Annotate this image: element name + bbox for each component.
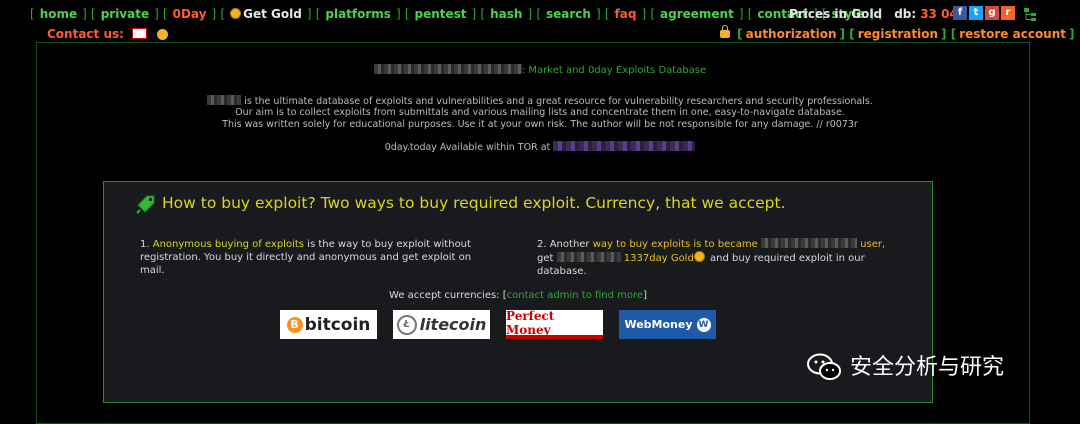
- redacted-site-name: [373, 64, 522, 74]
- gold-coin-icon: [693, 251, 705, 262]
- webmoney-label: WebMoney: [624, 318, 693, 331]
- nav-faq[interactable]: faq: [615, 7, 637, 21]
- contact-admin-link[interactable]: contact admin to find more: [507, 290, 643, 301]
- intro-line-1-text: is the ultimate database of exploits and…: [244, 96, 873, 107]
- restore-account-link[interactable]: restore account: [959, 27, 1066, 41]
- panel-title: How to buy exploit? Two ways to buy requ…: [162, 194, 786, 212]
- webmoney-logo: WebMoney W: [619, 310, 716, 339]
- key-icon[interactable]: [157, 29, 169, 40]
- price-tag-icon: [136, 195, 155, 214]
- nav-links: [home] [private] [0Day] [Get Gold] [plat…: [30, 7, 884, 21]
- accept-label: We accept currencies:: [389, 290, 500, 301]
- auth-links: [authorization] [registration] [restore …: [720, 25, 1075, 41]
- gold-coin-icon: [230, 8, 242, 19]
- option-2-get: get: [537, 253, 554, 264]
- nav-platforms[interactable]: platforms: [325, 7, 391, 21]
- nav-0day[interactable]: 0Day: [173, 7, 207, 21]
- prices-in-gold-link[interactable]: Prices in Gold: [789, 7, 882, 21]
- sitemap-icon[interactable]: [1023, 7, 1037, 21]
- intro-title: : Market and 0day Exploits Database: [0, 64, 1080, 76]
- contact-us-label: Contact us:: [47, 27, 124, 41]
- accept-currencies: We accept currencies: [contact admin to …: [389, 290, 647, 301]
- bitcoin-label: bitcoin: [304, 314, 371, 335]
- tor-line: 0day.today Available within TOR at: [0, 141, 1080, 153]
- intro-line-1: is the ultimate database of exploits and…: [0, 95, 1080, 107]
- webmoney-icon: W: [696, 317, 711, 332]
- litecoin-icon: Ł: [396, 314, 417, 335]
- tor-text: 0day.today Available within TOR at: [384, 142, 551, 153]
- gold-link[interactable]: 1337day Gold: [624, 253, 694, 264]
- db-label: db:: [894, 7, 917, 21]
- redacted-site-name: [207, 95, 242, 105]
- option-2-user: user,: [860, 239, 886, 250]
- option-1-number: 1.: [140, 239, 150, 250]
- nav-agreement[interactable]: agreement: [660, 7, 734, 21]
- intro-title-text: : Market and 0day Exploits Database: [521, 65, 707, 76]
- authorization-link[interactable]: authorization: [746, 27, 837, 41]
- mail-icon[interactable]: [132, 28, 148, 39]
- intro-line-2: Our aim is to collect exploits from subm…: [235, 107, 845, 118]
- nav-home[interactable]: home: [40, 7, 77, 21]
- social-links: f t g r: [953, 6, 1015, 20]
- buy-exploits-link[interactable]: way to buy exploits is to became: [593, 239, 758, 250]
- redacted-tor-address: [553, 141, 696, 151]
- bitcoin-icon: B: [286, 316, 303, 333]
- google-plus-icon[interactable]: g: [985, 6, 999, 20]
- intro-line-3: This was written solely for educational …: [222, 119, 858, 130]
- anonymous-buying-link[interactable]: Anonymous buying of exploits: [153, 239, 304, 250]
- nav-get-gold-label: Get Gold: [243, 7, 302, 21]
- rss-icon[interactable]: r: [1001, 6, 1015, 20]
- watermark-text: 安全分析与研究: [850, 355, 1005, 380]
- buy-option-anonymous: 1. Anonymous buying of exploits is the w…: [140, 238, 490, 277]
- nav-private[interactable]: private: [101, 7, 149, 21]
- top-nav: [home] [private] [0Day] [Get Gold] [plat…: [0, 0, 1080, 28]
- redacted-site-name: [556, 252, 621, 262]
- bitcoin-logo: Bbitcoin: [280, 310, 377, 339]
- wechat-icon: [807, 353, 841, 380]
- nav-hash[interactable]: hash: [490, 7, 522, 21]
- contact-us: Contact us:: [47, 27, 169, 41]
- redacted-site-name: [760, 238, 857, 248]
- nav-get-gold[interactable]: Get Gold: [230, 7, 302, 21]
- prices-db-info: Prices in Gold db: 33 042: [789, 7, 966, 21]
- perfect-money-logo: Perfect Money: [506, 308, 603, 339]
- buy-option-gold: 2. Another way to buy exploits is to bec…: [537, 238, 907, 278]
- litecoin-label: litecoin: [419, 315, 487, 334]
- wechat-watermark: 安全分析与研究: [806, 349, 1004, 381]
- lock-icon: [720, 25, 730, 38]
- option-2-number: 2. Another: [537, 239, 590, 250]
- perfect-money-label: Perfect Money: [506, 308, 555, 337]
- registration-link[interactable]: registration: [858, 27, 938, 41]
- litecoin-logo: Łlitecoin: [393, 310, 490, 339]
- nav-pentest[interactable]: pentest: [415, 7, 467, 21]
- nav-search[interactable]: search: [546, 7, 591, 21]
- twitter-icon[interactable]: t: [969, 6, 983, 20]
- facebook-icon[interactable]: f: [953, 6, 967, 20]
